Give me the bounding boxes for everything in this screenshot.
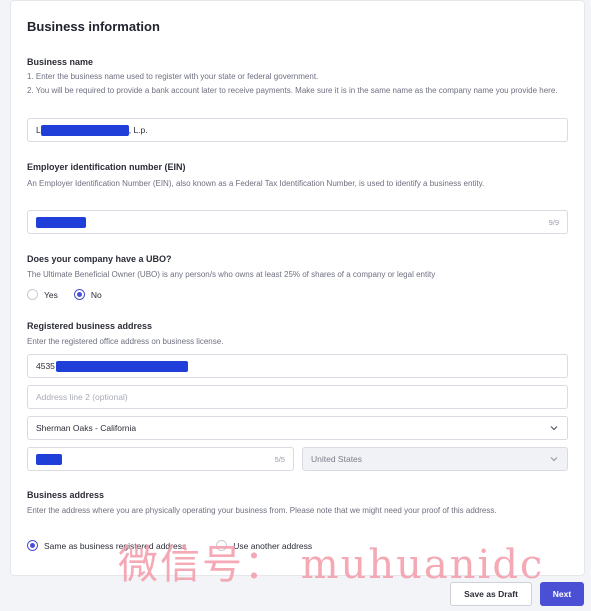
business-name-value-suffix: , L.p. bbox=[128, 125, 148, 135]
zip-code-input[interactable]: 5/5 bbox=[27, 447, 294, 471]
country-select: United States bbox=[302, 447, 568, 471]
ein-input[interactable]: 9/9 bbox=[27, 210, 568, 234]
ubo-label: Does your company have a UBO? bbox=[27, 254, 172, 264]
ubo-radio-group: Yes No bbox=[27, 289, 118, 300]
zip-char-counter: 5/5 bbox=[274, 455, 285, 464]
business-name-input[interactable]: L , L.p. bbox=[27, 118, 568, 142]
ubo-option-no-label: No bbox=[90, 289, 102, 300]
address-line-2-placeholder: Address line 2 (optional) bbox=[36, 392, 128, 402]
business-information-card: Business information Business name 1. En… bbox=[10, 0, 585, 576]
business-name-label: Business name bbox=[27, 57, 94, 67]
address-line-1-value-prefix: 4535 bbox=[36, 361, 55, 371]
chevron-down-icon bbox=[550, 426, 558, 431]
radio-checked-icon[interactable] bbox=[73, 289, 85, 300]
next-button[interactable]: Next bbox=[540, 582, 584, 606]
radio-unchecked-icon[interactable] bbox=[27, 289, 38, 300]
radio-checked-icon[interactable] bbox=[27, 540, 38, 551]
country-value: United States bbox=[311, 454, 363, 464]
ein-desc: An Employer Identification Number (EIN),… bbox=[27, 179, 485, 188]
ein-char-counter: 9/9 bbox=[548, 218, 559, 227]
address-line-2-input[interactable]: Address line 2 (optional) bbox=[27, 385, 568, 409]
chevron-down-icon bbox=[550, 457, 558, 462]
business-name-desc-1: 1. Enter the business name used to regis… bbox=[27, 72, 319, 81]
redaction-mark bbox=[40, 124, 129, 136]
city-state-select[interactable]: Sherman Oaks - California bbox=[27, 416, 568, 440]
section-title: Business information bbox=[27, 19, 160, 34]
redaction-mark bbox=[36, 216, 86, 228]
ubo-desc: The Ultimate Beneficial Owner (UBO) is a… bbox=[27, 270, 436, 279]
ubo-option-yes[interactable]: Yes bbox=[27, 289, 58, 300]
registered-address-label: Registered business address bbox=[27, 321, 153, 331]
save-as-draft-button[interactable]: Save as Draft bbox=[450, 582, 532, 606]
address-line-1-input[interactable]: 4535 bbox=[27, 354, 568, 378]
ubo-option-yes-label: Yes bbox=[44, 289, 58, 300]
redaction-mark bbox=[55, 360, 188, 372]
ubo-option-no[interactable]: No bbox=[73, 289, 102, 300]
city-state-value: Sherman Oaks - California bbox=[36, 423, 137, 433]
business-address-label: Business address bbox=[27, 490, 105, 500]
registered-address-desc: Enter the registered office address on b… bbox=[27, 337, 224, 346]
business-address-desc: Enter the address where you are physical… bbox=[27, 506, 497, 515]
redaction-mark bbox=[36, 453, 62, 465]
ein-label: Employer identification number (EIN) bbox=[27, 162, 186, 172]
business-name-desc-2: 2. You will be required to provide a ban… bbox=[27, 86, 558, 95]
